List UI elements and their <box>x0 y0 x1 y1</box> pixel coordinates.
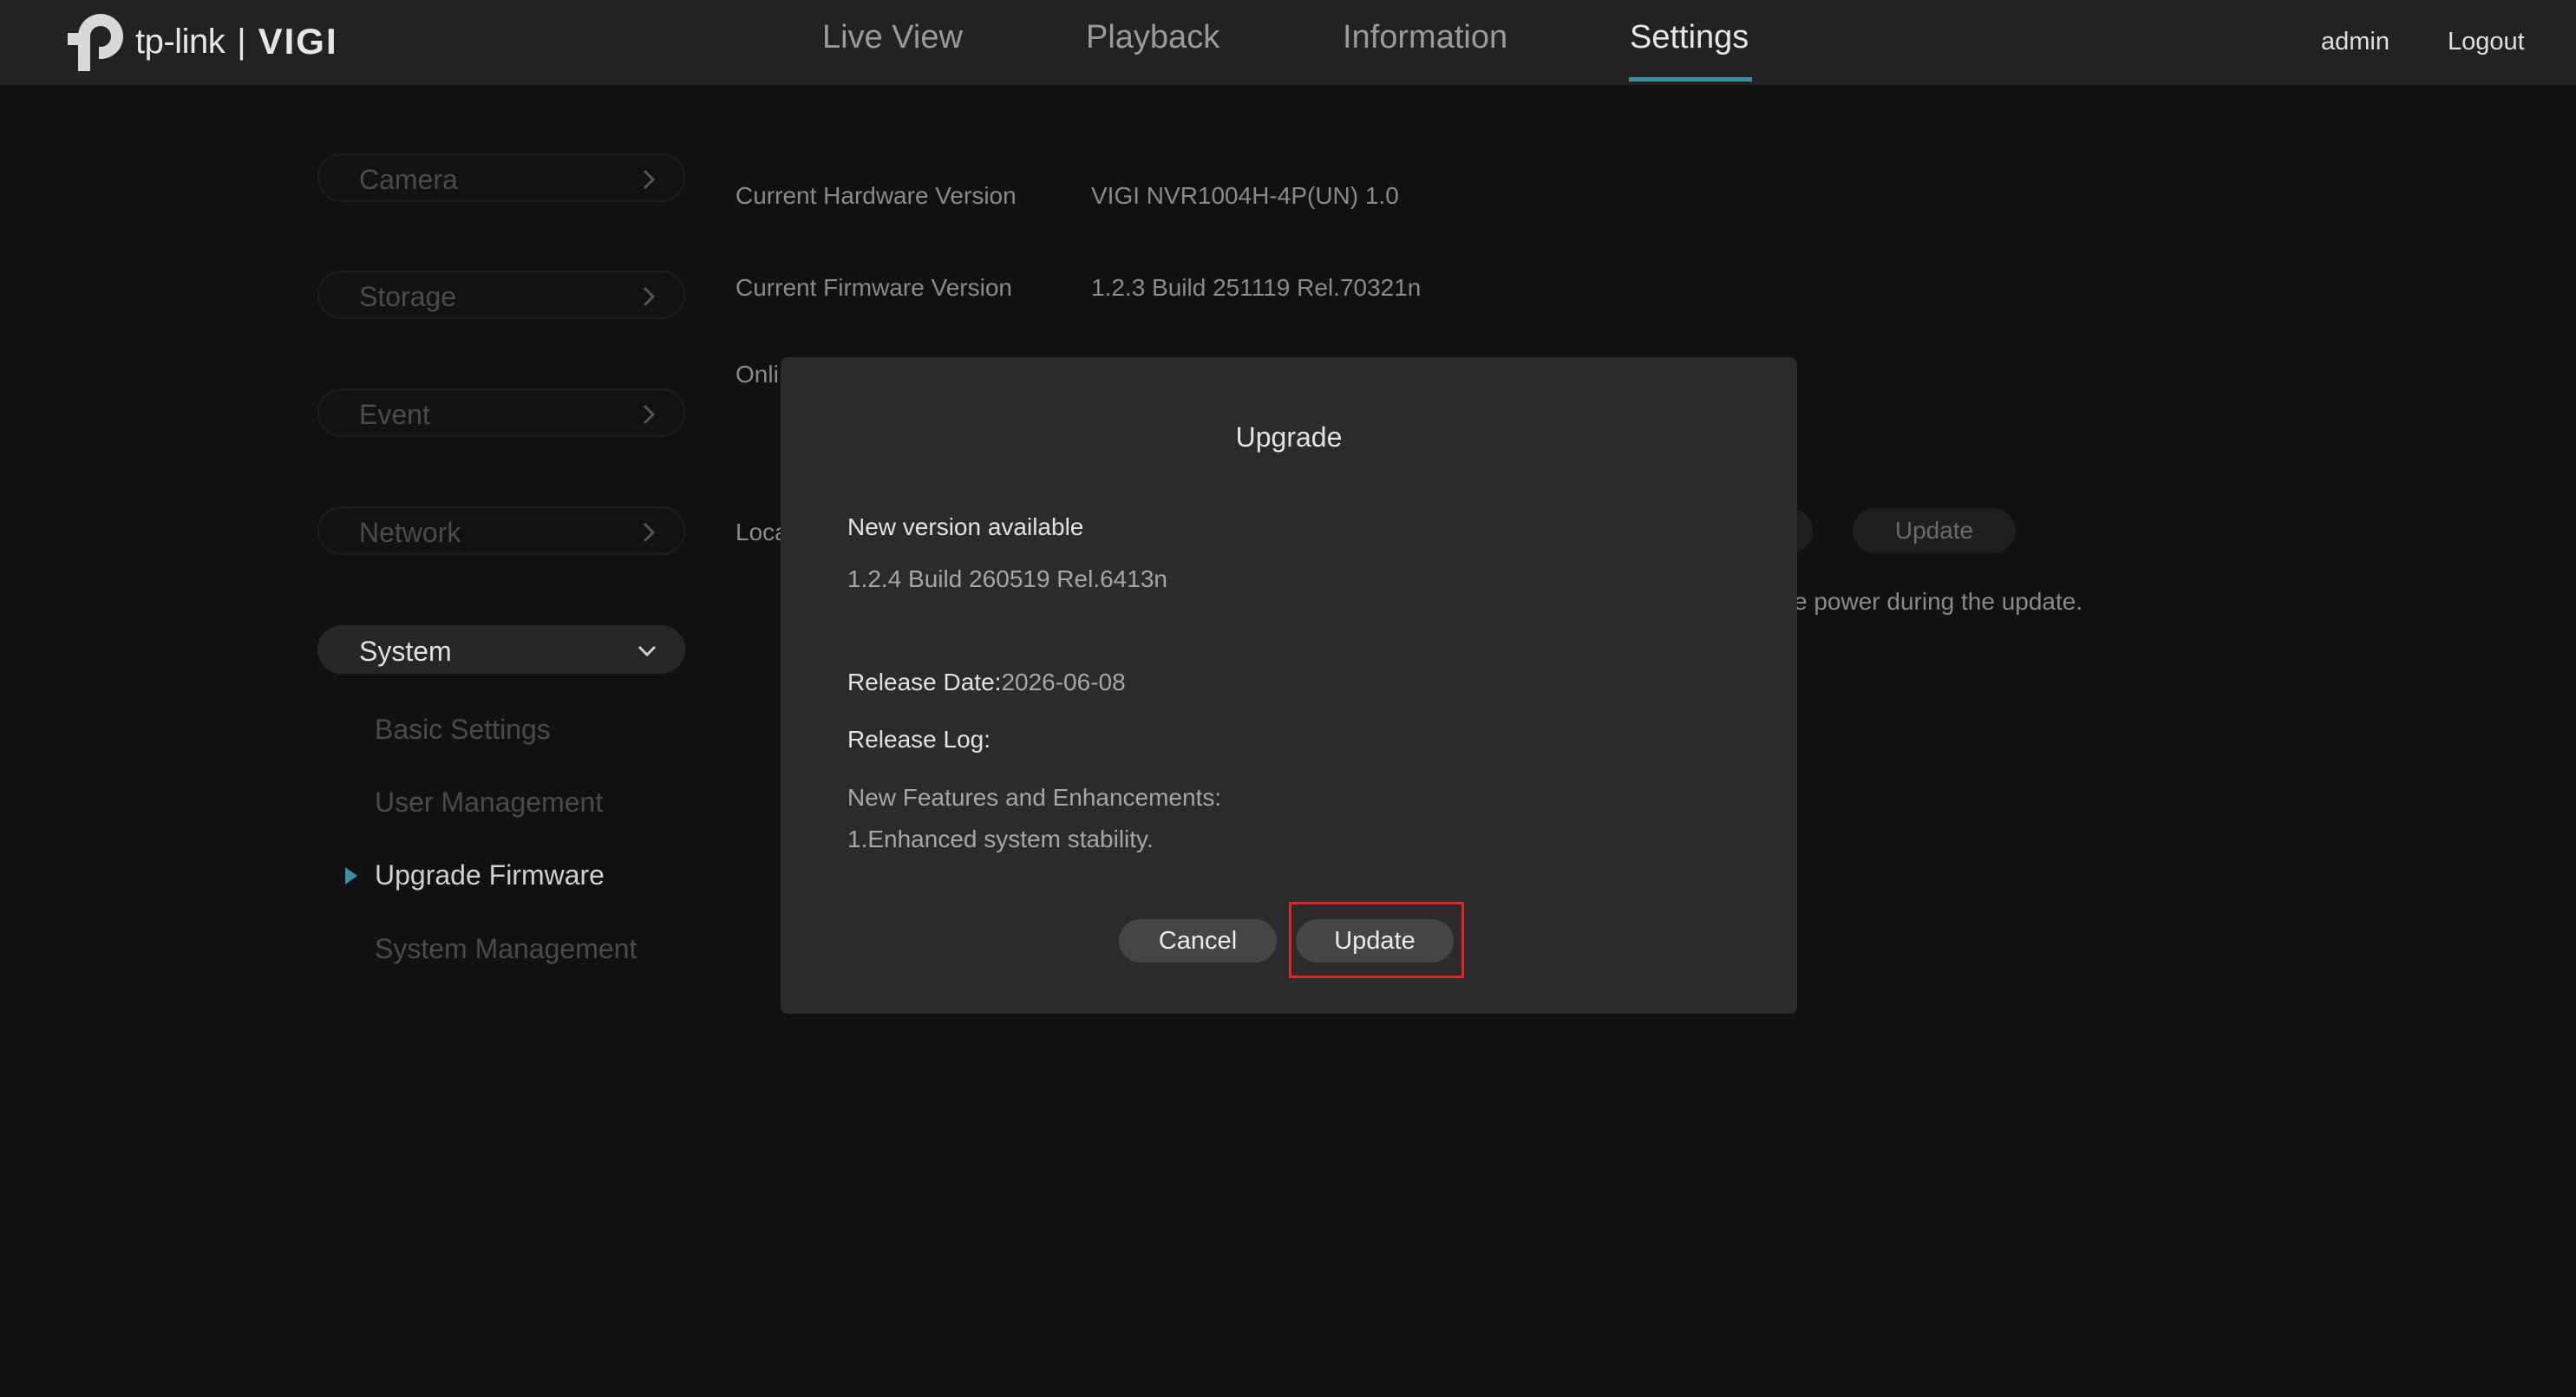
chevron-right-icon <box>643 522 656 543</box>
chevron-right-icon <box>643 404 656 425</box>
chevron-right-icon <box>643 286 656 307</box>
logo-separator: | <box>237 22 246 61</box>
sidebar-group-storage[interactable]: Storage <box>317 271 685 319</box>
active-item-caret-icon <box>345 867 357 885</box>
tab-live-view[interactable]: Live View <box>822 19 963 56</box>
dialog-title: Upgrade <box>1235 421 1343 453</box>
new-version-label: New version available <box>847 513 1084 540</box>
sidebar-group-camera[interactable]: Camera <box>317 153 685 202</box>
sidebar-item-upgrade-firmware[interactable]: Upgrade Firmware <box>375 859 605 891</box>
sidebar-item-basic-settings[interactable]: Basic Settings <box>375 714 551 746</box>
firmware-version-label: Current Firmware Version <box>736 274 1012 301</box>
logout-link[interactable]: Logout <box>2448 28 2525 56</box>
hardware-version-value: VIGI NVR1004H-4P(UN) 1.0 <box>1091 182 1399 209</box>
tp-link-vigi-logo: tp-link | VIGI <box>66 10 338 73</box>
tab-settings[interactable]: Settings <box>1630 19 1749 56</box>
release-date: Release Date:2026-06-08 <box>847 669 1126 696</box>
sidebar-group-label: Storage <box>359 281 457 312</box>
sidebar-group-label: Network <box>359 517 461 548</box>
logo-product: VIGI <box>258 21 338 62</box>
sidebar-group-label: Camera <box>359 164 458 195</box>
logo-text: tp-link <box>135 22 226 61</box>
top-bar: tp-link | VIGI Live View Playback Inform… <box>0 0 2576 85</box>
sidebar-item-system-management[interactable]: System Management <box>375 933 637 965</box>
new-version-value: 1.2.4 Build 260519 Rel.6413n <box>847 565 1167 592</box>
sidebar-group-network[interactable]: Network <box>317 506 685 555</box>
chevron-down-icon <box>637 645 657 657</box>
active-tab-indicator <box>1629 77 1752 82</box>
chevron-right-icon <box>643 169 656 190</box>
cancel-button[interactable]: Cancel <box>1119 919 1277 963</box>
release-date-value: 2026-06-08 <box>1001 669 1126 695</box>
update-button-highlight <box>1289 902 1464 978</box>
power-warning-text: e power during the update. <box>1794 588 2083 615</box>
sidebar-group-event[interactable]: Event <box>317 388 685 437</box>
release-log-line: New Features and Enhancements: <box>847 784 1222 811</box>
release-date-label: Release Date: <box>847 669 1002 695</box>
tab-playback[interactable]: Playback <box>1086 19 1219 56</box>
sidebar-item-user-management[interactable]: User Management <box>375 787 603 819</box>
local-update-button[interactable]: Update <box>1853 508 2016 553</box>
release-log-label: Release Log: <box>847 726 991 753</box>
sidebar-group-label: System <box>359 636 452 667</box>
online-upgrade-label: Onli <box>736 361 779 388</box>
tab-information[interactable]: Information <box>1343 19 1507 56</box>
sidebar-group-system[interactable]: System <box>317 625 685 674</box>
user-name[interactable]: admin <box>2321 28 2390 56</box>
hardware-version-label: Current Hardware Version <box>736 182 1017 209</box>
release-log-line: 1.Enhanced system stability. <box>847 826 1154 852</box>
tp-link-logo-icon <box>68 14 123 71</box>
sidebar-group-label: Event <box>359 399 430 430</box>
firmware-version-value: 1.2.3 Build 251119 Rel.70321n <box>1091 274 1422 301</box>
